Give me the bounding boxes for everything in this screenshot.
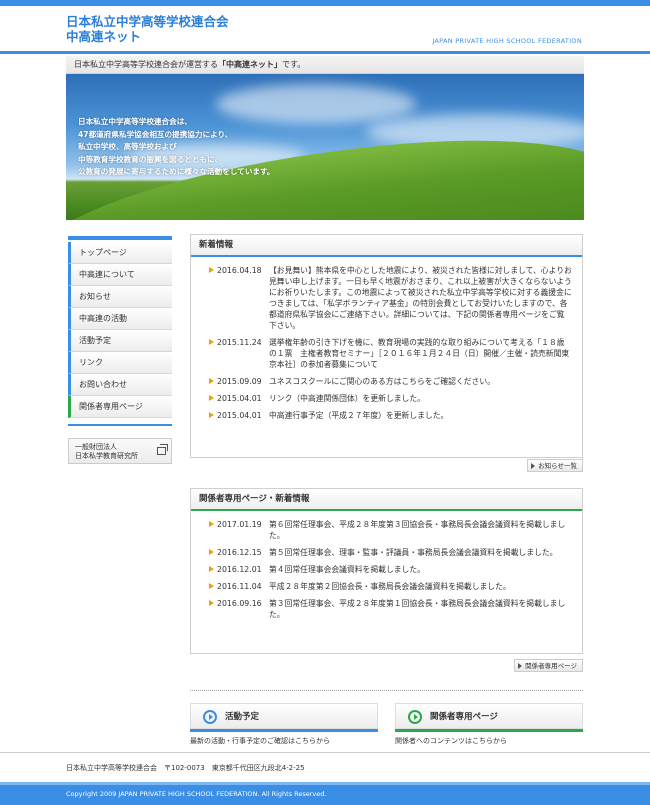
members-news-item[interactable]: 2016.11.04 平成２８年度第２回協会長・事務局長会議会議資料を掲載しました… [209,581,572,592]
sidebar-bottom-bar [68,424,172,426]
members-card-header[interactable]: 関係者専用ページ [395,703,583,729]
members-news-section: 関係者専用ページ・新着情報 2017.01.19 第６回常任理事会、平成２８年度第… [190,488,583,654]
logo-line-1: 日本私立中学高等学校連合会 [66,14,229,29]
news-item[interactable]: 2015.11.24 選挙権年齢の引き下げを機に、教育現場の実践的な取り組みについ… [209,337,572,370]
sidebar-item-about[interactable]: 中高連について [68,264,172,286]
banner-line-2: 日本私学教育研究所 [75,452,138,460]
news-text: ユネスコスクールにご関心のある方はこちらをご確認ください。 [269,377,495,386]
tagline-prefix: 日本私立中学高等学校連合会が運営する [74,60,218,69]
bullet-arrow-icon [209,583,214,589]
dotted-divider [190,690,583,691]
members-news-item[interactable]: 2017.01.19 第６回常任理事会、平成２８年度第３回協会長・事務局長会議会議… [209,519,572,541]
bullet-arrow-icon [209,566,214,572]
bullet-arrow-icon [209,521,214,527]
news-date: 2017.01.19 [217,520,262,529]
schedule-card-desc: 最新の活動・行事予定のご確認はこちらから [190,737,330,745]
news-title: 新着情報 [191,235,582,255]
card-underline [190,729,378,732]
hero-line: 中等教育学校教育の振興を図るとともに、 [78,154,223,164]
news-date: 2015.11.24 [217,338,262,347]
bullet-arrow-icon [209,378,214,384]
members-card-desc: 関係者へのコンテンツはこちらから [395,737,507,745]
tagline: 日本私立中学高等学校連合会が運営する「中高連ネット」です。 [74,59,305,70]
bullet-arrow-icon [209,549,214,555]
news-item[interactable]: 2015.09.09 ユネスコスクールにご関心のある方はこちらをご確認ください。 [209,376,572,387]
news-date: 2016.09.16 [217,599,262,608]
footer-address: 日本私立中学高等学校連合会 〒102-0073 東京都千代田区九段北4-2-25 [66,764,305,772]
members-news-item[interactable]: 2016.12.01 第４回常任理事会会議資料を掲載しました。 [209,564,572,575]
bullet-arrow-icon [209,267,214,273]
footer-bar: Copyright 2009 JAPAN PRIVATE HIGH SCHOOL… [0,782,650,805]
tagline-highlight: 「中高連ネット」 [218,60,282,69]
tagline-bar: 日本私立中学高等学校連合会が運営する「中高連ネット」です。 [66,56,584,74]
members-news-item[interactable]: 2016.09.16 第３回常任理事会、平成２８年度第１回協会長・事務局長会議会議… [209,598,572,620]
members-card-title: 関係者専用ページ [430,712,498,722]
schedule-card-header[interactable]: 活動予定 [190,703,378,729]
footer-divider [0,752,650,753]
circle-arrow-icon [203,710,217,724]
news-list-more-button[interactable]: お知らせ一覧 [527,459,583,472]
hero-text: 日本私立中学高等学校連合会は、 47都道府県私学協会相互の提携協力により、 私立… [78,116,274,179]
logo-line-2: 中高連ネット [66,29,142,44]
news-date: 2016.12.01 [217,565,262,574]
copyright: Copyright 2009 JAPAN PRIVATE HIGH SCHOOL… [66,790,327,798]
sidebar-item-activities[interactable]: 中高連の活動 [68,308,172,330]
hero-line: 私立中学校、高等学校および [78,142,177,151]
news-date: 2016.04.18 [217,266,262,275]
members-card[interactable]: 関係者専用ページ 関係者へのコンテンツはこちらから [395,703,583,746]
members-news-list: 2017.01.19 第６回常任理事会、平成２８年度第３回協会長・事務局長会議会議… [191,511,582,636]
site-logo[interactable]: 日本私立中学高等学校連合会 中高連ネット [66,14,229,44]
sidebar-item-schedule[interactable]: 活動予定 [68,330,172,352]
hero-banner: 日本私立中学高等学校連合会は、 47都道府県私学協会相互の提携協力により、 私立… [66,74,584,220]
bullet-arrow-icon [209,339,214,345]
news-text: 第５回常任理事会、理事・監事・評議員・事務局長会議会議資料を掲載しました。 [269,548,558,557]
news-item[interactable]: 2016.04.18 【お見舞い】熊本県を中心とした地震により、被災された皆様に対… [209,265,572,331]
sidebar-item-members[interactable]: 関係者専用ページ [68,396,172,418]
news-text: 第４回常任理事会会議資料を掲載しました。 [269,565,425,574]
hero-line: 47都道府県私学協会相互の提携協力により、 [78,129,233,139]
members-news-item[interactable]: 2016.12.15 第５回常任理事会、理事・監事・評議員・事務局長会議会議資料を… [209,547,572,558]
sidebar-item-links[interactable]: リンク [68,352,172,374]
site-header: 日本私立中学高等学校連合会 中高連ネット JAPAN PRIVATE HIGH … [0,6,650,54]
bullet-arrow-icon [209,412,214,418]
sidebar-item-contact[interactable]: お問い合わせ [68,374,172,396]
bullet-arrow-icon [209,600,214,606]
news-text: リンク（中高連関係団体）を更新しました。 [269,394,425,403]
external-link-icon [157,444,168,455]
members-news-title: 関係者専用ページ・新着情報 [191,489,582,509]
news-date: 2015.09.09 [217,377,262,386]
hero-line: 日本私立中学高等学校連合会は、 [78,117,192,126]
news-text: 第３回常任理事会、平成２８年度第１回協会長・事務局長会議会議資料を掲載しました。 [269,599,566,619]
sidebar-item-news[interactable]: お知らせ [68,286,172,308]
schedule-card[interactable]: 活動予定 最新の活動・行事予定のご確認はこちらから [190,703,378,746]
sidebar-top-bar [68,236,172,240]
news-date: 2016.11.04 [217,582,262,591]
news-date: 2015.04.01 [217,394,262,403]
english-title: JAPAN PRIVATE HIGH SCHOOL FEDERATION [432,37,582,45]
tagline-suffix: です。 [282,60,306,69]
bullet-arrow-icon [209,395,214,401]
news-item[interactable]: 2015.04.01 リンク（中高連関係団体）を更新しました。 [209,393,572,404]
schedule-card-title: 活動予定 [225,712,260,722]
banner-line-1: 一般財団法人 [75,443,117,451]
news-text: 第６回常任理事会、平成２８年度第３回協会長・事務局長会議会議資料を掲載しました。 [269,520,566,540]
sidebar: トップページ 中高連について お知らせ 中高連の活動 活動予定 リンク お問い合… [68,236,172,464]
news-item[interactable]: 2015.04.01 中高連行事予定（平成２７年度）を更新しました。 [209,410,572,421]
circle-arrow-icon [408,710,422,724]
hero-line: 公教育の発展に寄与するために様々な活動をしています。 [78,167,275,176]
members-page-more-button[interactable]: 関係者専用ページ [514,659,583,672]
news-date: 2015.04.01 [217,411,262,420]
news-section: 新着情報 2016.04.18 【お見舞い】熊本県を中心とした地震により、被災され… [190,234,583,458]
news-text: 中高連行事予定（平成２７年度）を更新しました。 [269,411,449,420]
institute-banner-link[interactable]: 一般財団法人 日本私学教育研究所 [68,438,172,464]
news-text: 平成２８年度第２回協会長・事務局長会議会議資料を掲載しました。 [269,582,511,591]
news-date: 2016.12.15 [217,548,262,557]
news-text: 選挙権年齢の引き下げを機に、教育現場の実践的な取り組みについて考える「１８歳の１… [269,338,570,369]
sidebar-item-top[interactable]: トップページ [68,242,172,264]
news-list: 2016.04.18 【お見舞い】熊本県を中心とした地震により、被災された皆様に対… [191,257,582,437]
news-text: 【お見舞い】熊本県を中心とした地震により、被災された皆様に対しまして、心よりお見… [269,266,572,330]
